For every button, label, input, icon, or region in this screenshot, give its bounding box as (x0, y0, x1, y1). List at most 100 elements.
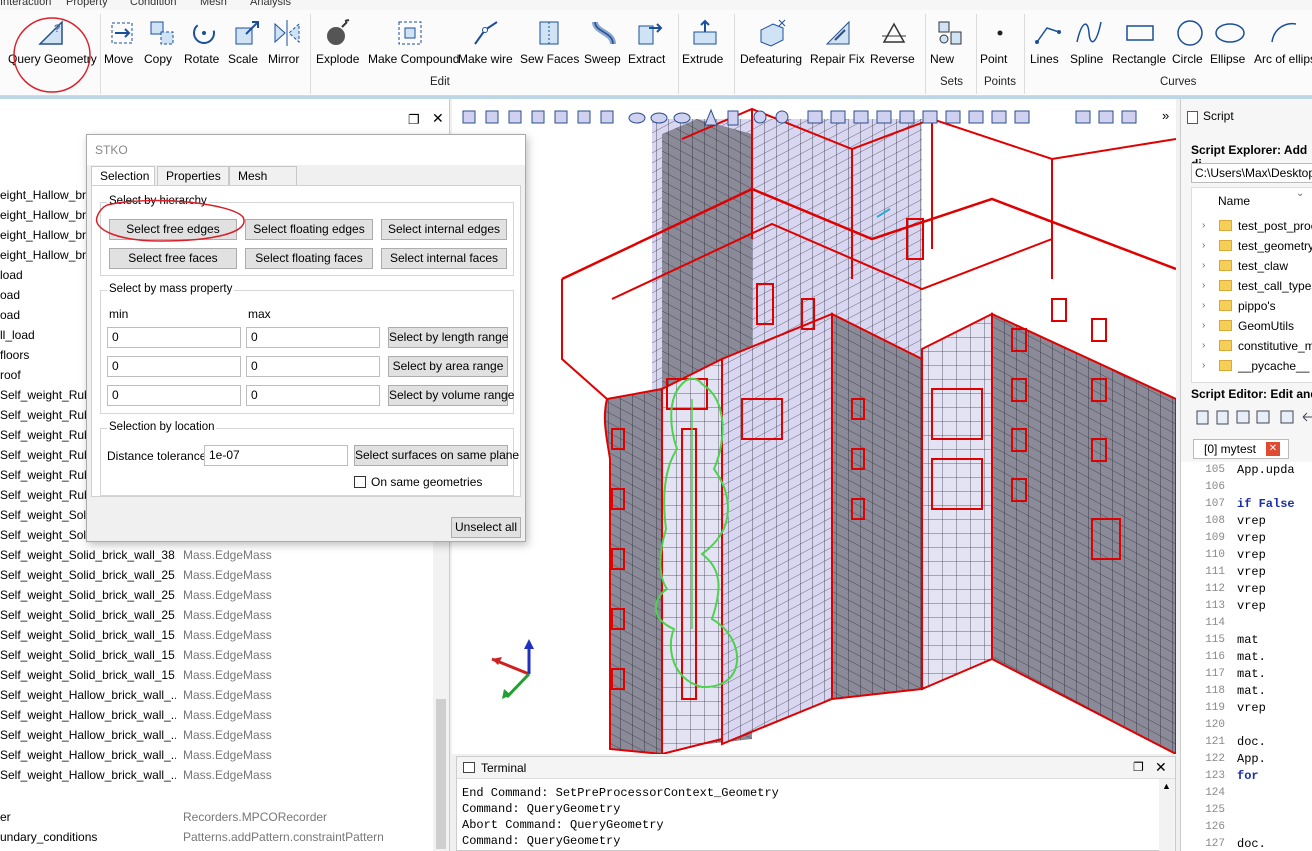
ellipse-button[interactable]: Ellipse (1210, 18, 1250, 78)
folder-item[interactable]: › constitutive_m (1182, 336, 1312, 356)
unselect-all-button[interactable]: Unselect all (451, 517, 521, 538)
list-item[interactable]: Self_weight_Hallow_brick_wall_... Mass.Ed… (0, 705, 430, 725)
tab-property[interactable]: Property (66, 0, 108, 8)
expand-chevron-icon[interactable]: › (1202, 336, 1205, 356)
list-item[interactable]: Self_weight_Hallow_brick_wall_... Mass.Ed… (0, 725, 430, 745)
list-item[interactable]: er Recorders.MPCORecorder (0, 807, 430, 827)
list-item[interactable]: Self_weight_Solid_brick_wall_25... Mass.E… (0, 605, 430, 625)
expand-chevron-icon[interactable]: › (1202, 316, 1205, 336)
length-max-input[interactable]: 0 (246, 327, 380, 348)
close-panel-icon[interactable]: ✕ (432, 110, 444, 127)
line-number: 118 (1205, 685, 1225, 697)
list-item[interactable]: Self_weight_Solid_brick_wall_15... Mass.E… (0, 625, 430, 645)
tab-selection[interactable]: Selection (91, 166, 155, 187)
folder-item[interactable]: › pippo's (1182, 296, 1312, 316)
explode-button[interactable]: Explode (316, 18, 360, 78)
float-terminal-icon[interactable]: ❐ (1133, 760, 1144, 774)
rotate-button[interactable]: Rotate (184, 18, 224, 78)
volume-min-input[interactable]: 0 (107, 385, 241, 406)
tab-mesh[interactable]: Mesh (200, 0, 227, 8)
expand-chevron-icon[interactable]: › (1202, 216, 1205, 236)
folder-item[interactable]: › test_call_types (1182, 276, 1312, 296)
script-file-tab[interactable]: [0] mytest ✕ (1193, 439, 1289, 459)
copy-button[interactable]: Copy (144, 18, 180, 78)
tab-analysis[interactable]: Analysis (250, 0, 291, 8)
expand-chevron-icon[interactable]: › (1202, 356, 1205, 376)
sweep-button[interactable]: Sweep (584, 18, 624, 78)
folder-item[interactable]: › __pycache__ (1182, 356, 1312, 376)
code-editor[interactable]: 105 App.upda 106 107 if False 108 vrep 109 vrep 1… (1181, 462, 1312, 851)
toolbar-overflow-icon[interactable]: » (1162, 108, 1169, 123)
spline-button[interactable]: Spline (1070, 18, 1108, 78)
list-item[interactable]: Self_weight_Solid_brick_wall_25... Mass.E… (0, 565, 430, 585)
point-button[interactable]: Point (980, 18, 1020, 78)
select-by-area-range-button[interactable]: Select by area range (388, 356, 508, 377)
area-min-input[interactable]: 0 (107, 356, 241, 377)
list-item[interactable]: Self_weight_Solid_brick_wall_25... Mass.E… (0, 585, 430, 605)
volume-max-input[interactable]: 0 (246, 385, 380, 406)
make-compound-button[interactable]: Make Compound (368, 18, 459, 78)
tab-mesh-info[interactable]: Mesh info (229, 166, 297, 202)
tab-interaction[interactable]: Interaction (0, 0, 51, 8)
folder-icon (1219, 220, 1232, 231)
scale-button[interactable]: Scale (228, 18, 266, 78)
list-item[interactable]: Self_weight_Hallow_brick_wall_... Mass.Ed… (0, 745, 430, 765)
new-set-button[interactable]: New (930, 18, 970, 78)
expand-chevron-icon[interactable]: › (1202, 236, 1205, 256)
select-internal-faces-button[interactable]: Select internal faces (381, 248, 507, 269)
rectangle-button[interactable]: Rectangle (1112, 18, 1168, 78)
list-item[interactable]: Self_weight_Hallow_brick_wall_... Mass.Ed… (0, 685, 430, 705)
reverse-button[interactable]: Reverse (870, 18, 918, 78)
folder-item[interactable]: › GeomUtils (1182, 316, 1312, 336)
select-floating-edges-button[interactable]: Select floating edges (245, 219, 373, 240)
name-column-header[interactable]: Name (1218, 194, 1250, 208)
expand-chevron-icon[interactable]: › (1202, 276, 1205, 296)
arc-of-ellipse-button[interactable]: Arc of ellipse (1254, 18, 1312, 78)
circle-button[interactable]: Circle (1172, 18, 1208, 78)
expand-chevron-icon[interactable]: › (1202, 256, 1205, 276)
defeaturing-button[interactable]: Defeaturing (740, 18, 804, 78)
editor-toolbar-icons[interactable] (1195, 409, 1312, 427)
script-path-input[interactable]: C:\Users\Max\Desktop\ (1191, 163, 1312, 183)
tab-condition[interactable]: Condition (130, 0, 176, 8)
folder-item[interactable]: › test_claw (1182, 256, 1312, 276)
mirror-button[interactable]: Mirror (268, 18, 306, 78)
lines-button[interactable]: Lines (1030, 18, 1066, 78)
make-wire-button[interactable]: Make wire (458, 18, 514, 78)
spline-icon (1076, 21, 1102, 43)
repair-fix-button[interactable]: Repair Fix (810, 18, 866, 78)
terminal-scrollbar[interactable]: ▲ (1159, 779, 1175, 851)
float-panel-icon[interactable]: ❐ (408, 112, 420, 128)
on-same-geometries-checkbox[interactable] (354, 476, 366, 488)
list-item[interactable]: undary_conditions Patterns.addPattern.con… (0, 827, 430, 847)
select-floating-faces-button[interactable]: Select floating faces (245, 248, 373, 269)
length-min-input[interactable]: 0 (107, 327, 241, 348)
view-toolbar-icons[interactable] (460, 108, 1160, 128)
code-line: 107 if False (1181, 496, 1312, 513)
tab-properties[interactable]: Properties (157, 166, 229, 186)
sew-faces-button[interactable]: Sew Faces (520, 18, 579, 78)
extract-button[interactable]: Extract (628, 18, 672, 78)
select-by-length-range-button[interactable]: Select by length range (388, 327, 508, 348)
select-by-volume-range-button[interactable]: Select by volume range (388, 385, 514, 406)
viewport-3d[interactable] (452, 99, 1176, 754)
expand-chevron-icon[interactable]: › (1202, 296, 1205, 316)
list-item[interactable]: Self_weight_Solid_brick_wall_15... Mass.E… (0, 665, 430, 685)
select-surfaces-same-plane-button[interactable]: Select surfaces on same plane (354, 445, 519, 466)
move-button[interactable]: Move (104, 18, 140, 78)
area-max-input[interactable]: 0 (246, 356, 380, 377)
folder-item[interactable]: › test_post_proc (1182, 216, 1312, 236)
extrude-button[interactable]: Extrude (682, 18, 728, 78)
arc-of-ellipse-icon (1271, 22, 1297, 43)
left-panel-scroll-thumb[interactable] (436, 699, 446, 849)
folder-item[interactable]: › test_geometry (1182, 236, 1312, 256)
close-terminal-icon[interactable]: ✕ (1155, 759, 1167, 776)
distance-tolerance-input[interactable]: 1e-07 (204, 445, 348, 466)
list-item[interactable]: Self_weight_Solid_brick_wall_38... Mass.E… (0, 545, 430, 565)
select-internal-edges-button[interactable]: Select internal edges (381, 219, 507, 240)
list-item[interactable]: Self_weight_Solid_brick_wall_15... Mass.E… (0, 645, 430, 665)
close-file-tab-icon[interactable]: ✕ (1266, 442, 1280, 456)
item-type: Mass.EdgeMass (183, 548, 272, 562)
line-number: 114 (1205, 617, 1225, 629)
list-item[interactable]: Self_weight_Hallow_brick_wall_... Mass.Ed… (0, 765, 430, 785)
